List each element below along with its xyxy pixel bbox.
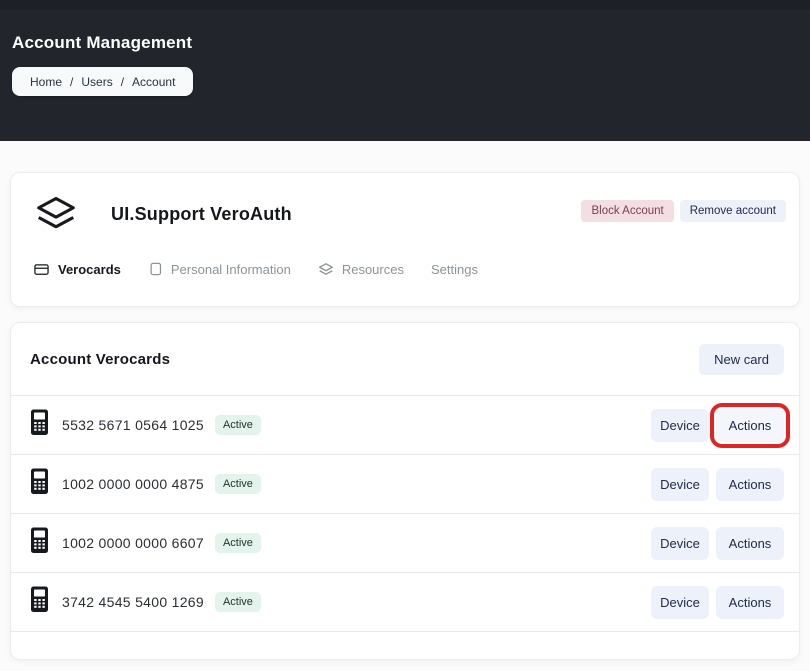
breadcrumb-separator: / xyxy=(121,75,124,89)
card-number: 1002 0000 0000 4875 xyxy=(62,476,204,492)
page-header: Account Management Home / Users / Accoun… xyxy=(0,0,810,141)
card-number: 3742 4545 5400 1269 xyxy=(62,594,204,610)
actions-button[interactable]: Actions xyxy=(716,527,784,560)
profile-tabs: Verocards Personal Information Resour xyxy=(33,261,786,277)
actions-button[interactable]: Actions xyxy=(716,586,784,619)
layers-icon xyxy=(318,262,334,277)
new-card-button[interactable]: New card xyxy=(699,344,784,375)
breadcrumb-home[interactable]: Home xyxy=(30,75,62,89)
account-name: UI.Support VeroAuth xyxy=(111,204,581,225)
file-icon xyxy=(148,261,163,277)
actions-button[interactable]: Actions xyxy=(716,468,784,501)
layers-logo-icon xyxy=(33,194,79,234)
tab-label: Personal Information xyxy=(171,262,291,277)
tab-settings[interactable]: Settings xyxy=(431,262,478,277)
status-badge: Active xyxy=(215,415,261,435)
calculator-icon xyxy=(30,468,51,500)
verocards-card: Account Verocards New card 5532 5671 056… xyxy=(10,322,800,660)
breadcrumb-users[interactable]: Users xyxy=(81,75,112,89)
verocard-row: 1002 0000 0000 6607 Active Device Action… xyxy=(11,514,799,573)
verocard-row: 5532 5671 0564 1025 Active Device Action… xyxy=(11,396,799,455)
device-button[interactable]: Device xyxy=(651,586,709,619)
section-title: Account Verocards xyxy=(30,351,170,368)
device-button[interactable]: Device xyxy=(651,527,709,560)
block-account-button[interactable]: Block Account xyxy=(581,200,673,222)
verocard-row: 3742 4545 5400 1269 Active Device Action… xyxy=(11,573,799,632)
tab-personal-information[interactable]: Personal Information xyxy=(148,261,291,277)
tab-verocards[interactable]: Verocards xyxy=(33,262,121,277)
breadcrumb-separator: / xyxy=(70,75,73,89)
card-number: 1002 0000 0000 6607 xyxy=(62,535,204,551)
tab-label: Settings xyxy=(431,262,478,277)
tab-label: Resources xyxy=(342,262,404,277)
breadcrumb: Home / Users / Account xyxy=(12,67,193,96)
breadcrumb-account: Account xyxy=(132,75,175,89)
status-badge: Active xyxy=(215,474,261,494)
remove-account-button[interactable]: Remove account xyxy=(680,200,786,222)
device-button[interactable]: Device xyxy=(651,468,709,501)
status-badge: Active xyxy=(215,533,261,553)
card-footer-spacer xyxy=(11,632,799,652)
calculator-icon xyxy=(30,409,51,441)
profile-card: UI.Support VeroAuth Block Account Remove… xyxy=(10,172,800,307)
credit-card-icon xyxy=(33,262,50,277)
calculator-icon xyxy=(30,527,51,559)
actions-button-highlighted[interactable]: Actions xyxy=(716,409,784,442)
main-content: UI.Support VeroAuth Block Account Remove… xyxy=(0,141,810,660)
tab-resources[interactable]: Resources xyxy=(318,262,404,277)
device-button[interactable]: Device xyxy=(651,409,709,442)
tab-label: Verocards xyxy=(58,262,121,277)
status-badge: Active xyxy=(215,592,261,612)
verocard-row: 1002 0000 0000 4875 Active Device Action… xyxy=(11,455,799,514)
calculator-icon xyxy=(30,586,51,618)
page-title: Account Management xyxy=(12,33,798,53)
card-number: 5532 5671 0564 1025 xyxy=(62,417,204,433)
